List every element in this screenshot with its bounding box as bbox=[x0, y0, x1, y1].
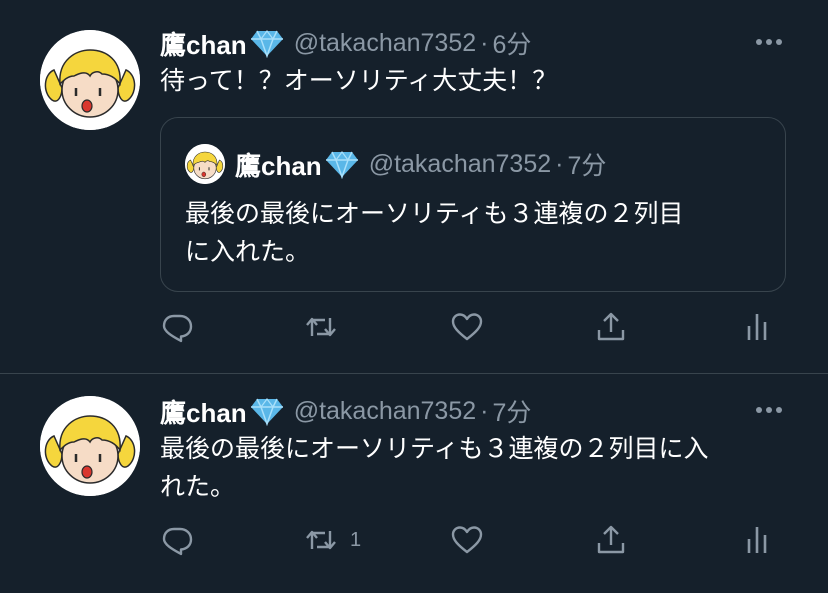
quoted-author-name: 鷹chan bbox=[235, 150, 322, 181]
more-options-icon[interactable] bbox=[754, 27, 784, 57]
avatar[interactable] bbox=[40, 30, 140, 130]
like-button[interactable] bbox=[450, 309, 484, 345]
reply-icon bbox=[160, 310, 194, 344]
quoted-tweet-header: 鷹chan @takachan7352 · 7分 bbox=[235, 147, 606, 181]
gem-icon bbox=[250, 28, 284, 58]
quoted-tweet[interactable]: 鷹chan @takachan7352 · 7分 最後の最後にオーソリティも３連… bbox=[160, 117, 786, 292]
avatar[interactable] bbox=[40, 396, 140, 496]
tweet-header: 鷹chan @takachan7352 · 6分 bbox=[160, 26, 531, 60]
share-icon bbox=[594, 310, 628, 344]
tweet[interactable]: 鷹chan @takachan7352 · 6分 待って！？オーソリティ大丈夫！… bbox=[0, 0, 828, 374]
tweet-text-line: れた。 bbox=[160, 472, 236, 501]
retweet-count: 1 bbox=[350, 528, 362, 551]
heart-icon bbox=[450, 523, 484, 557]
reply-button[interactable] bbox=[160, 309, 194, 345]
separator-dot: · bbox=[555, 149, 564, 178]
action-bar: 1 bbox=[160, 522, 780, 558]
analytics-button[interactable] bbox=[740, 309, 774, 345]
like-button[interactable] bbox=[450, 522, 484, 558]
gem-icon bbox=[325, 149, 359, 179]
analytics-icon bbox=[740, 523, 774, 557]
heart-icon bbox=[450, 310, 484, 344]
tweet-header: 鷹chan @takachan7352 · 7分 bbox=[160, 394, 531, 428]
avatar-image bbox=[40, 30, 140, 130]
more-options-icon[interactable] bbox=[754, 395, 784, 425]
timestamp[interactable]: 7分 bbox=[492, 393, 531, 429]
separator-dot: · bbox=[480, 28, 489, 57]
gem-icon bbox=[250, 396, 284, 426]
tweet-text: 最後の最後にオーソリティも３連複の２列目に入 れた。 bbox=[160, 430, 790, 506]
avatar-image bbox=[40, 396, 140, 496]
retweet-icon bbox=[304, 310, 338, 344]
reply-button[interactable] bbox=[160, 522, 194, 558]
reply-icon bbox=[160, 523, 194, 557]
quoted-text-line: に入れた。 bbox=[185, 237, 311, 266]
share-button[interactable] bbox=[594, 522, 628, 558]
retweet-button[interactable] bbox=[304, 309, 338, 345]
retweet-button[interactable]: 1 bbox=[304, 522, 361, 558]
analytics-icon bbox=[740, 310, 774, 344]
author-handle[interactable]: @takachan7352 bbox=[294, 29, 476, 58]
separator-dot: · bbox=[480, 396, 489, 425]
quoted-avatar bbox=[185, 144, 225, 184]
author-name[interactable]: 鷹chan bbox=[160, 25, 247, 62]
quoted-tweet-text: 最後の最後にオーソリティも３連複の２列目 に入れた。 bbox=[185, 195, 765, 271]
retweet-icon bbox=[304, 523, 338, 557]
tweet-text: 待って！？オーソリティ大丈夫！？ bbox=[160, 66, 558, 95]
author-name[interactable]: 鷹chan bbox=[160, 393, 247, 430]
action-bar bbox=[160, 309, 780, 345]
analytics-button[interactable] bbox=[740, 522, 774, 558]
share-button[interactable] bbox=[594, 309, 628, 345]
tweet-text-line: 最後の最後にオーソリティも３連複の２列目に入 bbox=[160, 434, 709, 463]
timestamp[interactable]: 6分 bbox=[492, 25, 531, 61]
quoted-author-handle: @takachan7352 bbox=[368, 149, 552, 178]
quoted-timestamp: 7分 bbox=[567, 152, 607, 180]
share-icon bbox=[594, 523, 628, 557]
author-handle[interactable]: @takachan7352 bbox=[294, 397, 476, 426]
quoted-text-line: 最後の最後にオーソリティも３連複の２列目 bbox=[185, 199, 684, 228]
tweet[interactable]: 鷹chan @takachan7352 · 7分 最後の最後にオーソリティも３連… bbox=[0, 374, 828, 593]
